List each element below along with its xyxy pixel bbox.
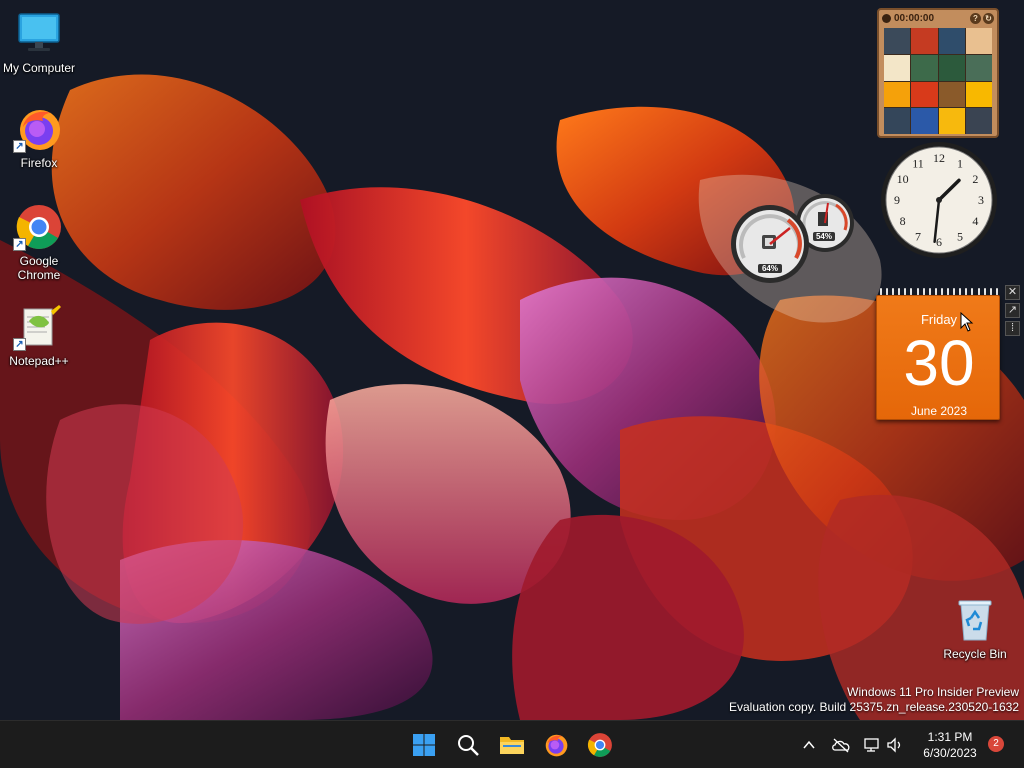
desktop-icon-label: Google Chrome <box>17 254 61 282</box>
calendar-month-year: June 2023 <box>910 404 968 418</box>
desktop-icon-label: Firefox <box>20 156 58 170</box>
recycle-bin-icon <box>951 596 999 644</box>
notification-badge[interactable]: 2 <box>988 736 1004 752</box>
search-icon <box>458 735 479 756</box>
calendar-page: Friday 30 June 2023 <box>876 295 1000 420</box>
puzzle-tile[interactable] <box>884 81 911 108</box>
firefox-icon: ↗ <box>13 105 63 153</box>
shortcut-arrow-icon: ↗ <box>13 140 26 153</box>
start-icon <box>413 734 435 756</box>
build-watermark: Windows 11 Pro Insider Preview Evaluatio… <box>729 685 1019 715</box>
onedrive-icon <box>832 738 850 753</box>
puzzle-tile[interactable] <box>938 81 965 108</box>
desktop-icon-label: My Computer <box>2 61 76 75</box>
clock-numeral: 8 <box>900 214 906 228</box>
taskbar-clock[interactable]: 1:31 PM 6/30/2023 <box>915 729 985 761</box>
desktop-icon-firefox[interactable]: ↗ Firefox <box>1 105 77 170</box>
desktop-icon-recycle-bin[interactable]: Recycle Bin <box>937 596 1013 661</box>
puzzle-tile[interactable] <box>884 54 911 81</box>
onedrive-tray-button[interactable] <box>831 735 851 755</box>
puzzle-tile[interactable] <box>965 28 992 54</box>
puzzle-tile[interactable] <box>884 108 911 134</box>
chevron-up-icon <box>803 740 815 749</box>
gadget-close-icon[interactable]: ✕ <box>1005 285 1020 300</box>
clock-numeral: 1 <box>957 157 963 171</box>
calendar-weekday: Friday <box>920 312 958 327</box>
clock-numeral: 3 <box>978 193 984 207</box>
puzzle-tile[interactable] <box>911 54 938 81</box>
gadget-toolbar: ✕ ↗ ⁞ <box>1005 285 1022 345</box>
puzzle-timer: 00:00:00 <box>894 12 935 24</box>
cpu-meter-gadget[interactable]: 64% 54% <box>730 192 856 284</box>
puzzle-grid[interactable] <box>884 28 992 134</box>
firefox-icon <box>545 734 568 757</box>
start-button[interactable] <box>407 729 441 761</box>
desktop-wallpaper <box>0 0 1024 720</box>
clock-numeral: 9 <box>894 193 900 207</box>
memory-percent: 54% <box>813 232 835 241</box>
puzzle-toolbar: 00:00:00 ? ↻ <box>879 10 997 26</box>
network-tray-button[interactable] <box>862 735 882 755</box>
clock-numeral: 6 <box>936 235 942 249</box>
puzzle-tile[interactable] <box>965 54 992 81</box>
volume-tray-button[interactable] <box>885 735 905 755</box>
gadget-drag-handle-icon[interactable]: ⁞ <box>1005 321 1020 336</box>
puzzle-tile[interactable] <box>965 108 992 134</box>
puzzle-tile[interactable] <box>884 28 911 54</box>
desktop-icon-label: Recycle Bin <box>943 647 1007 661</box>
desktop-icon-my-computer[interactable]: My Computer <box>1 10 77 75</box>
puzzle-tile[interactable] <box>965 81 992 108</box>
taskbar-time: 1:31 PM <box>927 730 973 744</box>
analog-clock-gadget[interactable]: 1 2 3 4 5 6 7 8 9 10 11 12 <box>878 139 1000 261</box>
watermark-build: Evaluation copy. Build 25375.zn_release.… <box>729 700 1019 714</box>
volume-icon <box>887 737 901 753</box>
shortcut-arrow-icon: ↗ <box>13 238 26 251</box>
clock-numeral: 4 <box>972 214 978 228</box>
chrome-icon: ↗ <box>13 203 63 251</box>
show-hidden-icons-button[interactable] <box>799 735 819 755</box>
notepadpp-icon: ↗ <box>13 303 63 351</box>
clock-numeral: 2 <box>972 172 978 186</box>
desktop-icon-label: Notepad++ <box>9 354 69 368</box>
puzzle-tile[interactable] <box>938 54 965 81</box>
calendar-gadget[interactable]: Friday 30 June 2023 <box>876 288 1000 420</box>
taskbar-date: 6/30/2023 <box>923 746 977 760</box>
clock-numeral: 12 <box>933 151 945 165</box>
puzzle-tile[interactable] <box>938 108 965 134</box>
gadget-options-icon[interactable]: ↗ <box>1005 303 1020 318</box>
mouse-cursor-icon <box>960 312 974 332</box>
chrome-icon <box>587 733 612 757</box>
picture-puzzle-gadget[interactable]: 00:00:00 ? ↻ <box>877 8 999 138</box>
calendar-day-number: 30 <box>903 327 975 399</box>
timer-icon <box>882 13 891 23</box>
puzzle-tile[interactable] <box>911 28 938 54</box>
clock-numeral: 5 <box>957 229 963 243</box>
chrome-taskbar-button[interactable] <box>583 729 617 761</box>
file-explorer-icon <box>500 737 524 754</box>
taskbar: 1:31 PM 6/30/2023 <box>0 720 1024 768</box>
puzzle-tile[interactable] <box>911 108 938 134</box>
puzzle-refresh-button[interactable]: ↻ <box>983 12 994 24</box>
clock-numeral: 10 <box>897 172 909 186</box>
monitor-icon <box>15 10 63 58</box>
desktop-icon-notepadpp[interactable]: ↗ Notepad++ <box>1 303 77 368</box>
puzzle-help-button[interactable]: ? <box>970 12 981 24</box>
file-explorer-button[interactable] <box>495 729 529 761</box>
network-icon <box>864 738 879 752</box>
puzzle-tile[interactable] <box>911 81 938 108</box>
clock-numeral: 7 <box>915 229 921 243</box>
watermark-edition: Windows 11 Pro Insider Preview <box>847 685 1019 699</box>
firefox-taskbar-button[interactable] <box>539 729 573 761</box>
shortcut-arrow-icon: ↗ <box>13 338 26 351</box>
clock-numeral: 11 <box>912 157 924 171</box>
puzzle-tile[interactable] <box>938 28 965 54</box>
desktop-icon-chrome[interactable]: ↗ Google Chrome <box>1 203 77 282</box>
search-button[interactable] <box>451 729 485 761</box>
cpu-percent: 64% <box>758 264 782 273</box>
